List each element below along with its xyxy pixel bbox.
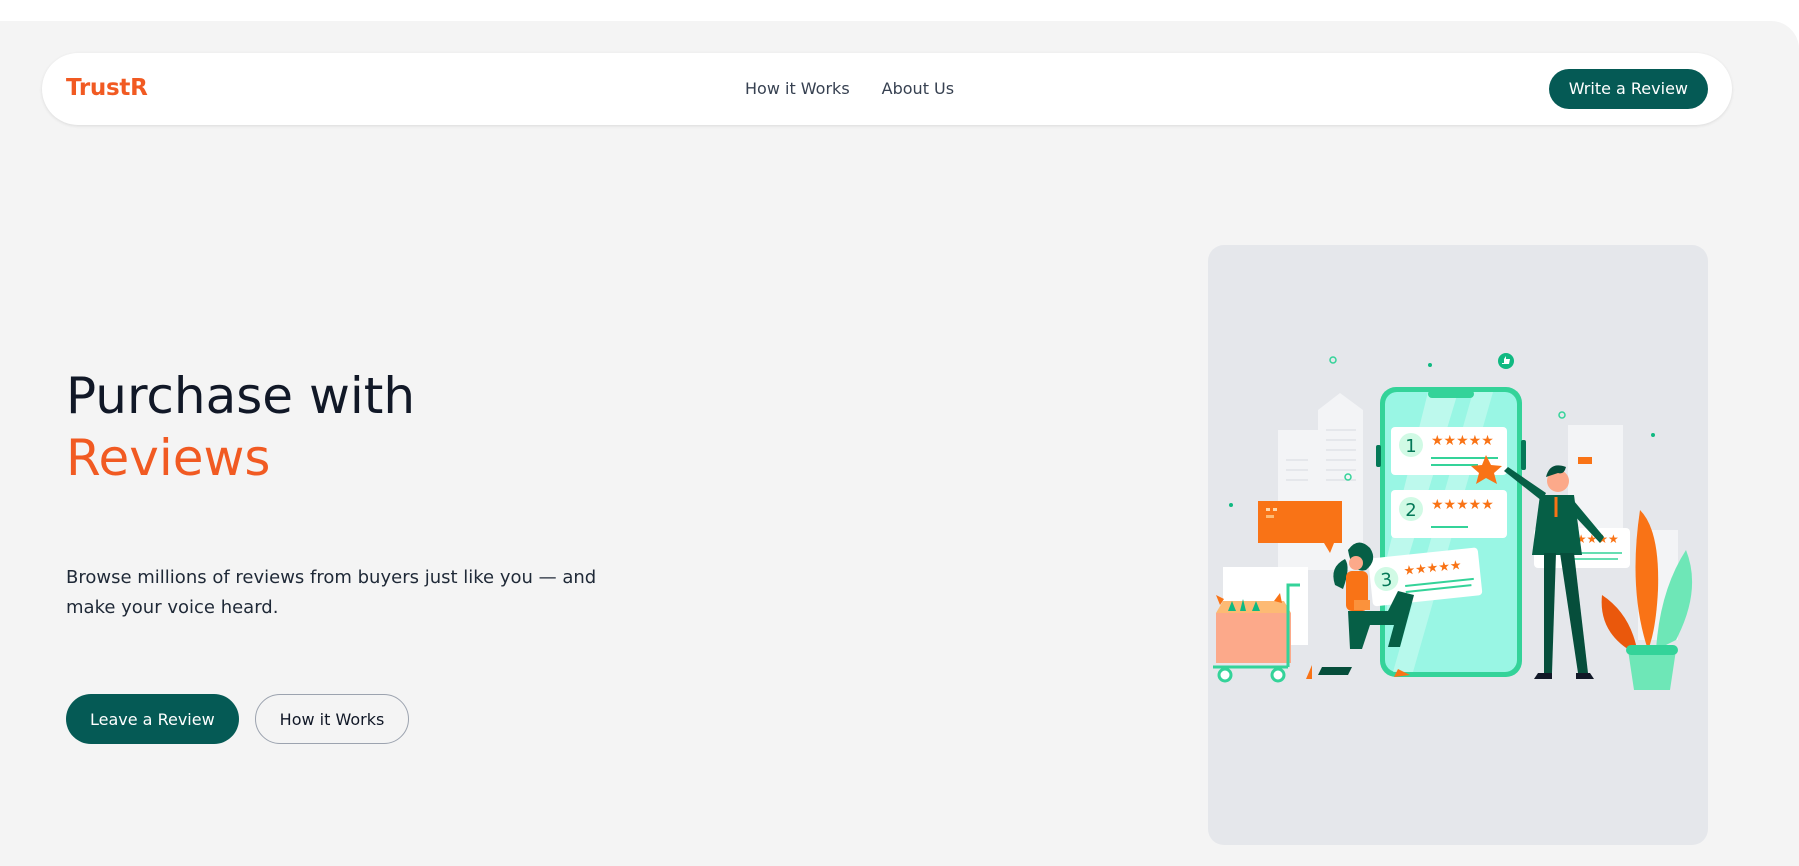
nav-links: How it Works About Us (745, 77, 954, 101)
nav-link-about-us[interactable]: About Us (882, 77, 954, 101)
hero-illustration-card: 1 ★★★★★ 2 ★★★★★ 3 ★★★★★ ★★★★★ (1208, 245, 1708, 845)
nav-link-how-it-works[interactable]: How it Works (745, 77, 850, 101)
svg-text:★★★★★: ★★★★★ (1431, 433, 1494, 449)
review-card-2-number: 2 (1405, 500, 1416, 521)
review-card-2: 2 ★★★★★ (1391, 490, 1507, 538)
navbar: TrustR How it Works About Us Write a Rev… (42, 53, 1732, 125)
thumbs-up-badge-icon (1498, 353, 1514, 369)
review-card-3-number: 3 (1380, 569, 1394, 591)
page-background: TrustR How it Works About Us Write a Rev… (0, 21, 1799, 866)
hero-title-line1: Purchase with (66, 367, 416, 425)
hero-title: Purchase with Reviews (66, 365, 415, 489)
hero-title-accent: Reviews (66, 429, 271, 487)
hero-actions: Leave a Review How it Works (66, 694, 410, 744)
review-card-1-number: 1 (1405, 436, 1416, 457)
leave-review-button[interactable]: Leave a Review (66, 694, 239, 744)
how-it-works-button[interactable]: How it Works (254, 694, 410, 744)
write-review-button[interactable]: Write a Review (1548, 69, 1708, 109)
hero-description: Browse millions of reviews from buyers j… (66, 567, 597, 618)
svg-text:★★★★★: ★★★★★ (1431, 497, 1494, 513)
brand-logo[interactable]: TrustR (66, 73, 148, 103)
review-app-illustration: 1 ★★★★★ 2 ★★★★★ 3 ★★★★★ ★★★★★ (1213, 353, 1693, 690)
